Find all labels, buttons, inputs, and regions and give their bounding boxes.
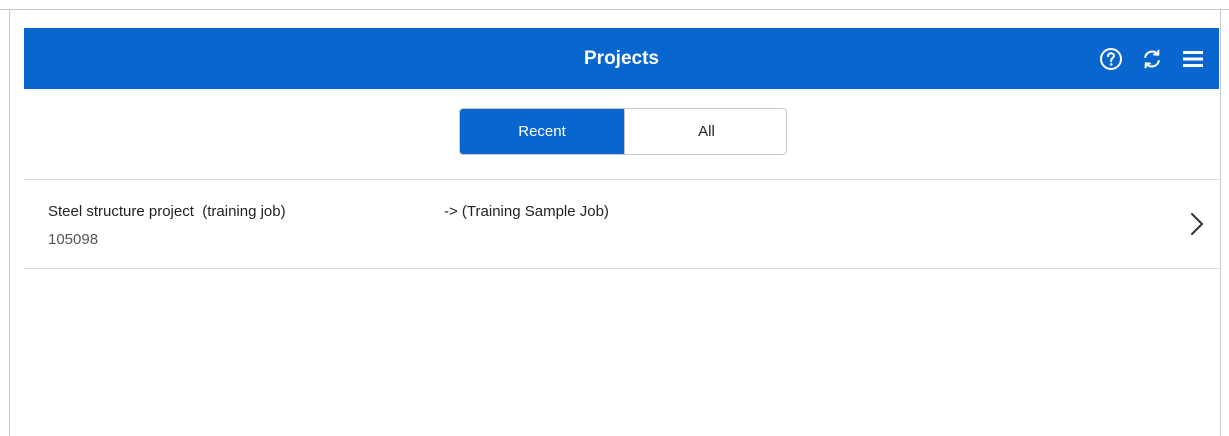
project-id: 105098 — [48, 231, 99, 248]
list-divider-top — [24, 179, 1219, 180]
projects-screen: Projects Recent All Steel structure proj… — [24, 26, 1219, 436]
app-window: Projects Recent All Steel structure proj… — [0, 0, 1229, 436]
tab-recent[interactable]: Recent — [460, 109, 624, 154]
page-title: Projects — [584, 48, 659, 69]
chevron-right-icon — [1191, 213, 1203, 235]
header-bar: Projects — [24, 28, 1219, 89]
menu-button[interactable] — [1181, 47, 1205, 71]
list-divider-bottom — [24, 268, 1219, 269]
project-list-item[interactable]: Steel structure project (training job) 1… — [24, 181, 1219, 269]
window-border-top — [0, 9, 1229, 10]
project-subtitle: -> (Training Sample Job) — [444, 203, 609, 220]
sync-button[interactable] — [1140, 47, 1164, 71]
help-icon — [1100, 47, 1122, 70]
project-filter-toggle: Recent All — [459, 108, 787, 155]
project-name: Steel structure project (training job) — [48, 203, 286, 220]
header-actions — [1099, 28, 1205, 89]
menu-icon — [1183, 50, 1203, 67]
window-border-right — [1220, 9, 1221, 436]
sync-icon — [1144, 49, 1160, 68]
help-button[interactable] — [1099, 47, 1123, 71]
window-border-left — [9, 9, 10, 436]
tab-all[interactable]: All — [624, 109, 786, 154]
